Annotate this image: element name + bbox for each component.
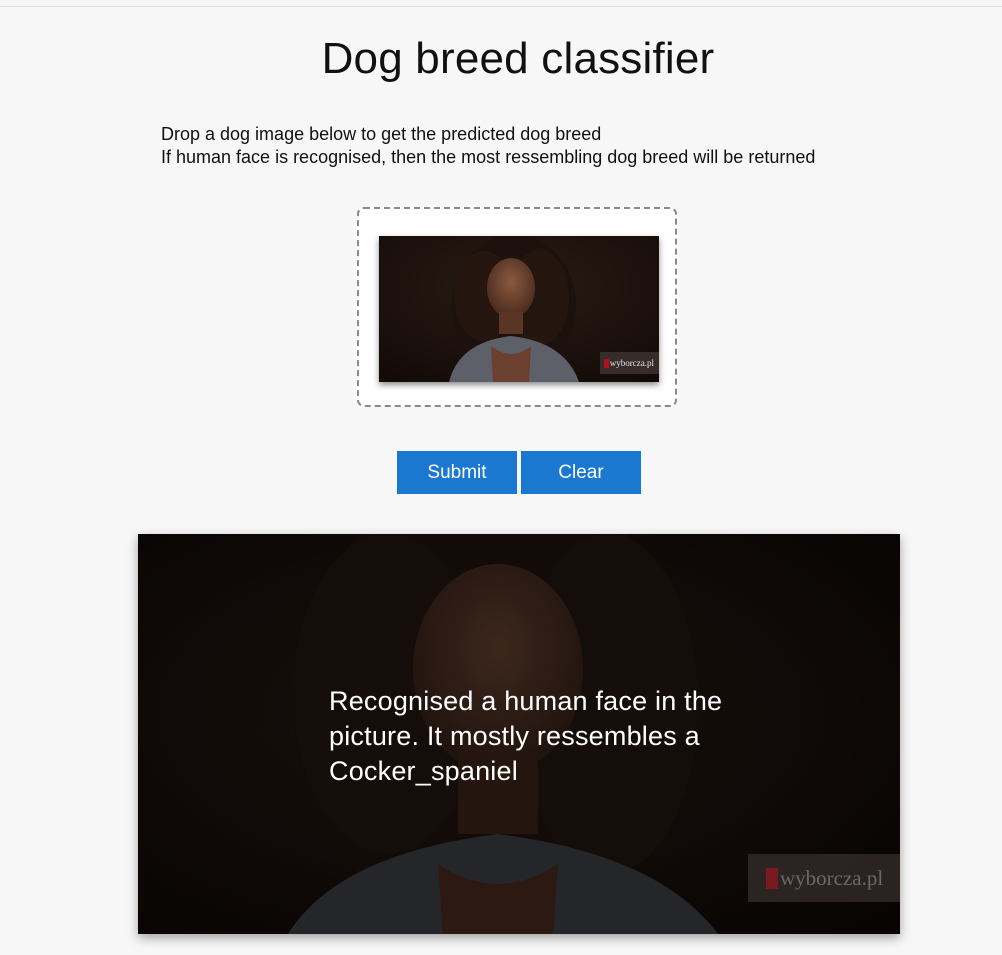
result-watermark: wyborcza.pl	[748, 854, 900, 902]
image-dropzone[interactable]: wyborcza.pl	[357, 207, 677, 407]
prediction-message: Recognised a human face in the picture. …	[329, 686, 723, 786]
thumbnail-watermark: wyborcza.pl	[599, 352, 659, 374]
instruction-line-1: Drop a dog image below to get the predic…	[161, 124, 602, 144]
submit-button[interactable]: Submit	[397, 451, 517, 494]
top-divider	[0, 6, 1002, 7]
result-watermark-text: wyborcza.pl	[780, 865, 884, 890]
watermark-logo-mark	[603, 358, 609, 368]
result-panel: Recognised a human face in the picture. …	[138, 534, 900, 934]
watermark-logo-mark	[766, 867, 778, 889]
clear-button[interactable]: Clear	[521, 451, 641, 494]
thumbnail-watermark-text: wyborcza.pl	[609, 358, 654, 368]
page-title: Dog breed classifier	[321, 34, 715, 83]
instruction-line-2: If human face is recognised, then the mo…	[161, 147, 816, 167]
uploaded-image-preview: wyborcza.pl	[379, 236, 659, 382]
instructions: Drop a dog image below to get the predic…	[161, 123, 815, 169]
